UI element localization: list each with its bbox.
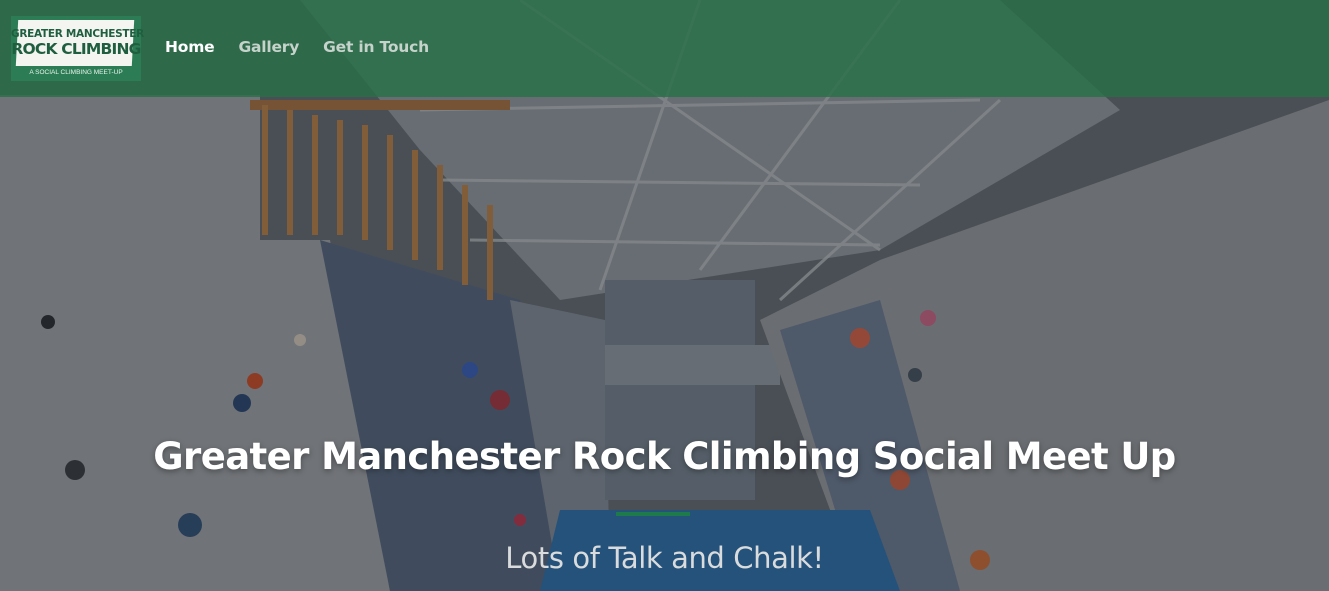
logo-tagline: A SOCIAL CLIMBING MEET-UP — [29, 69, 123, 76]
logo-line-1: GREATER MANCHESTER — [11, 28, 144, 40]
hero-divider — [616, 512, 690, 516]
main-nav: Home Gallery Get in Touch — [165, 38, 429, 56]
nav-link-gallery[interactable]: Gallery — [238, 38, 299, 56]
nav-link-get-in-touch[interactable]: Get in Touch — [323, 38, 429, 56]
hero-subtitle: Lots of Talk and Chalk! — [505, 541, 824, 575]
site-logo[interactable]: GREATER MANCHESTER ROCK CLIMBING A SOCIA… — [11, 16, 144, 81]
site-header: GREATER MANCHESTER ROCK CLIMBING A SOCIA… — [0, 0, 1329, 97]
hero-title: Greater Manchester Rock Climbing Social … — [153, 435, 1176, 478]
logo-line-2: ROCK CLIMBING — [11, 40, 141, 58]
nav-link-home[interactable]: Home — [165, 38, 215, 56]
